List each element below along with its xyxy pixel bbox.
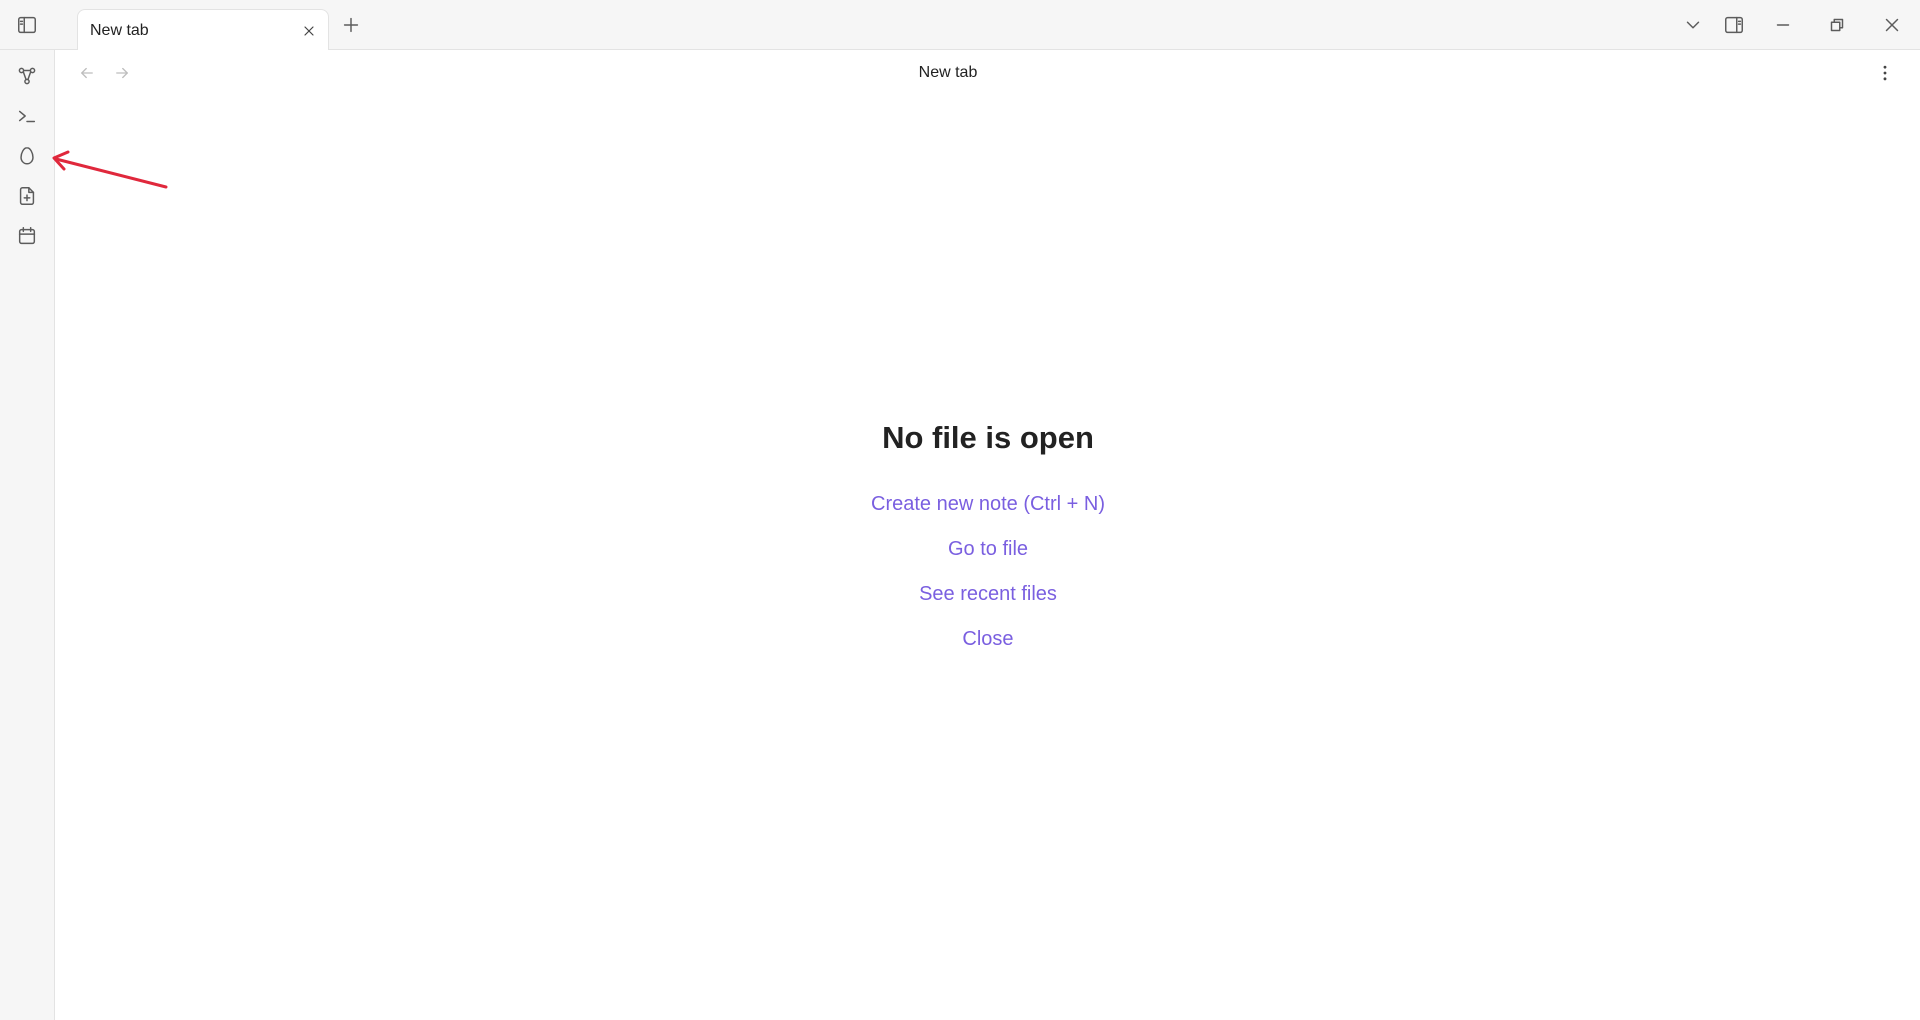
main-view: New tab No file is open Create new note …: [56, 50, 1920, 1020]
see-recent-files-link[interactable]: See recent files: [919, 572, 1057, 617]
close-window-icon[interactable]: [1877, 10, 1907, 40]
tab-title: New tab: [90, 21, 149, 39]
title-bar: New tab: [0, 0, 1920, 51]
app-window: New tab New tab No file is open Create n…: [0, 0, 1920, 1020]
close-icon[interactable]: [298, 20, 320, 42]
restore-icon[interactable]: [1822, 10, 1852, 40]
calendar-icon[interactable]: [13, 222, 41, 250]
tab-new-tab[interactable]: New tab: [77, 9, 329, 51]
go-to-file-link[interactable]: Go to file: [948, 527, 1028, 572]
egg-icon[interactable]: [13, 142, 41, 170]
view-header-title: New tab: [918, 64, 978, 81]
terminal-icon[interactable]: [13, 102, 41, 130]
plus-icon[interactable]: [336, 10, 366, 40]
minimize-icon[interactable]: [1768, 10, 1798, 40]
empty-state-title: No file is open: [882, 420, 1094, 455]
right-sidebar-icon[interactable]: [1719, 10, 1749, 40]
left-ribbon: [0, 50, 55, 1020]
sidebar-toggle-icon[interactable]: [12, 10, 42, 40]
chevron-down-icon[interactable]: [1678, 10, 1708, 40]
more-options-icon[interactable]: [1872, 60, 1898, 86]
new-file-icon[interactable]: [13, 182, 41, 210]
empty-state: No file is open Create new note (Ctrl + …: [56, 420, 1920, 662]
close-link[interactable]: Close: [962, 617, 1013, 662]
create-new-note-link[interactable]: Create new note (Ctrl + N): [871, 482, 1105, 527]
